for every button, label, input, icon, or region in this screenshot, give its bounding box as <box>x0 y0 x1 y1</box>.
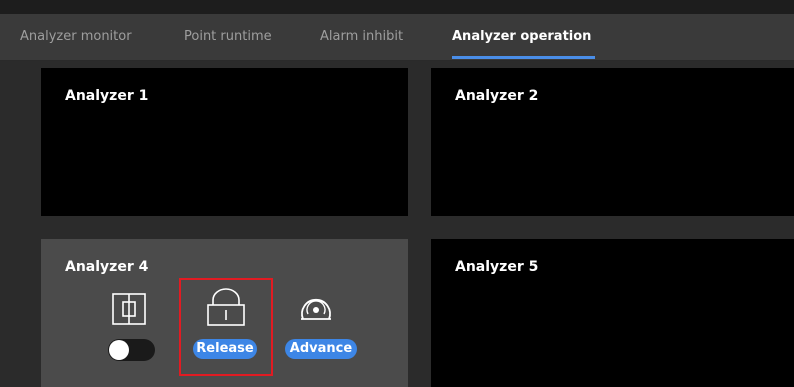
analyzer-2-panel[interactable]: Analyzer 2 <box>431 68 794 216</box>
active-tab-indicator <box>452 56 595 59</box>
window-top-bar <box>0 0 794 14</box>
advance-button[interactable]: Advance <box>285 339 357 359</box>
toggle-knob <box>109 340 129 360</box>
release-highlight-frame <box>179 278 273 376</box>
tab-analyzer-monitor[interactable]: Analyzer monitor <box>20 14 132 60</box>
analyzer-5-panel[interactable]: Analyzer 5 <box>431 239 794 387</box>
analyzer-2-title: Analyzer 2 <box>455 88 539 104</box>
analyzer-1-title: Analyzer 1 <box>65 88 149 104</box>
analyzer-1-panel[interactable]: Analyzer 1 <box>41 68 408 216</box>
stream-toggle[interactable] <box>108 339 155 361</box>
analyzer-4-title: Analyzer 4 <box>65 259 149 275</box>
stream-switch-icon[interactable] <box>110 291 148 329</box>
tab-bar: Analyzer monitor Point runtime Alarm inh… <box>0 14 794 61</box>
tab-point-runtime[interactable]: Point runtime <box>184 14 272 60</box>
analyzer-5-title: Analyzer 5 <box>455 259 539 275</box>
tab-analyzer-operation[interactable]: Analyzer operation <box>452 14 591 60</box>
gauge-icon[interactable] <box>297 291 335 325</box>
tab-alarm-inhibit[interactable]: Alarm inhibit <box>320 14 403 60</box>
